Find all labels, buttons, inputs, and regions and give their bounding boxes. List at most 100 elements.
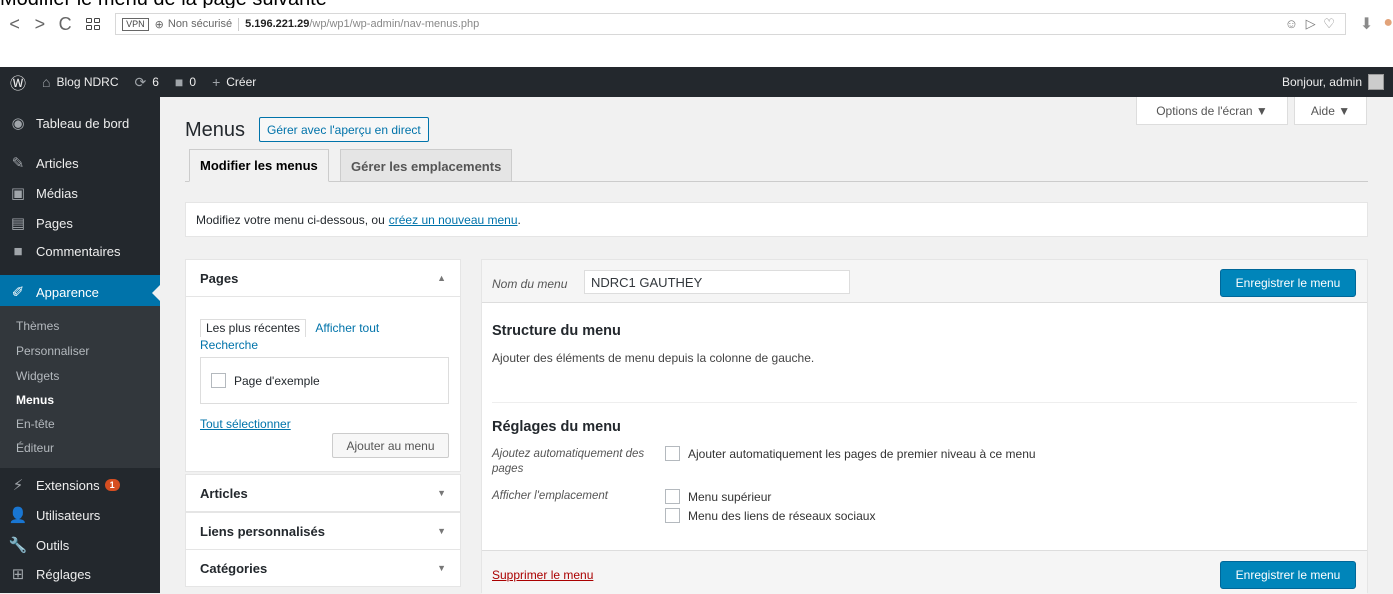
categories-section-header[interactable]: Catégories ▼ [185, 549, 461, 587]
submenu-customize[interactable]: Personnaliser [16, 344, 89, 358]
sidebar-item-comments[interactable]: ■ Commentaires [0, 234, 160, 268]
auto-add-option[interactable]: Ajouter automatiquement les pages de pre… [665, 446, 1036, 461]
section-title: Catégories [200, 560, 268, 576]
home-icon: ⌂ [42, 74, 51, 90]
pin-icon: ✎ [11, 155, 25, 172]
url-path: /wp/wp1/wp-admin/nav-menus.php [309, 18, 480, 30]
sidebar-item-label: Articles [36, 155, 79, 171]
submenu-menus[interactable]: Menus [16, 393, 54, 407]
sidebar-item-plugins[interactable]: ⚡ Extensions 1 [0, 468, 160, 502]
select-all-link[interactable]: Tout sélectionner [200, 417, 291, 431]
add-to-menu-button[interactable]: Ajouter au menu [332, 433, 449, 458]
help-button[interactable]: Aide ▼ [1294, 97, 1367, 125]
my-account-link[interactable]: Bonjour, admin [1282, 74, 1384, 90]
expand-arrow-icon: ▼ [437, 526, 446, 536]
screen-options-button[interactable]: Options de l'écran ▼ [1136, 97, 1288, 125]
wordpress-logo-icon[interactable]: Ⓦ [10, 70, 26, 94]
posts-section-header[interactable]: Articles ▼ [185, 474, 461, 512]
address-bar[interactable]: VPN ⊕ Non sécurisé 5.196.221.29/wp/wp1/w… [115, 13, 1346, 35]
create-menu-link[interactable]: créez un nouveau menu [389, 213, 518, 227]
location-option-top[interactable]: Menu supérieur [665, 489, 771, 504]
comment-icon: ■ [174, 74, 184, 90]
url-separator [238, 17, 240, 31]
tab-view-all[interactable]: Afficher tout [315, 321, 379, 335]
location-option-social[interactable]: Menu des liens de réseaux sociaux [665, 508, 875, 523]
address-bar-tools[interactable]: ☺ ▷ ♡ [1285, 16, 1337, 32]
sidebar-item-media[interactable]: ▣ Médias [0, 176, 160, 210]
sidebar-item-label: Pages [36, 215, 73, 231]
extension-icon[interactable]: ● [1383, 14, 1393, 34]
pages-tabs: Les plus récentes Afficher tout Recherch… [200, 319, 379, 354]
page-title: Menus [185, 119, 246, 141]
location-top-checkbox[interactable] [665, 489, 680, 504]
vpn-badge[interactable]: VPN [122, 17, 149, 31]
display-location-label: Afficher l'emplacement [492, 490, 608, 502]
browser-spacer [0, 40, 1393, 67]
auto-add-label: Ajoutez automatiquement des pages [492, 448, 645, 475]
sidebar-item-label: Médias [36, 185, 78, 201]
new-content-link[interactable]: + Créer [212, 74, 256, 90]
forward-icon[interactable]: > [29, 14, 50, 35]
menu-editor-header: Nom du menu Enregistrer le menu [482, 260, 1367, 303]
sidebar-item-users[interactable]: 👤 Utilisateurs [0, 498, 160, 532]
comments-link[interactable]: ■ 0 [175, 74, 196, 90]
page-checkbox[interactable] [211, 373, 226, 388]
auto-add-checkbox[interactable] [665, 446, 680, 461]
menu-name-label: Nom du menu [492, 277, 568, 291]
page-item-label: Page d'exemple [234, 373, 320, 388]
sidebar-item-settings[interactable]: ⊞ Réglages [0, 557, 160, 591]
sidebar-item-label: Apparence [36, 284, 99, 300]
location-social-checkbox[interactable] [665, 508, 680, 523]
tab-manage-locations[interactable]: Gérer les emplacements [340, 149, 513, 182]
menu-editor-panel: Nom du menu Enregistrer le menu Structur… [481, 259, 1368, 594]
tab-most-recent[interactable]: Les plus récentes [200, 319, 307, 337]
tabs-divider [185, 181, 1368, 182]
plugin-icon: ⚡ [12, 477, 24, 494]
browser-toolbar: < > C VPN ⊕ Non sécurisé 5.196.221.29/wp… [0, 8, 1393, 40]
sidebar-item-posts[interactable]: ✎ Articles [0, 146, 160, 180]
reload-icon[interactable]: C [54, 14, 75, 35]
submenu-header[interactable]: En-tête [16, 417, 55, 431]
custom-links-section-header[interactable]: Liens personnalisés ▼ [185, 512, 461, 550]
comments-count: 0 [189, 75, 197, 89]
avatar [1368, 74, 1384, 90]
media-icon: ▣ [10, 185, 26, 202]
page-icon: ▤ [10, 215, 26, 232]
save-menu-button[interactable]: Enregistrer le menu [1220, 561, 1356, 589]
sidebar-item-dashboard[interactable]: ◉ Tableau de bord [0, 106, 160, 140]
delete-menu-link[interactable]: Supprimer le menu [492, 568, 593, 582]
menu-structure-title: Structure du menu [492, 323, 621, 339]
pages-section-body: Les plus récentes Afficher tout Recherch… [185, 297, 461, 472]
top-caption-strip: Modifier le menu de la page suivante [0, 0, 1393, 8]
section-title: Articles [200, 485, 248, 501]
save-menu-button[interactable]: Enregistrer le menu [1220, 269, 1356, 297]
submenu-editor[interactable]: Éditeur [16, 441, 54, 455]
add-items-column: Pages ▲ Les plus récentes Afficher tout R… [185, 259, 461, 587]
auto-add-option-label: Ajouter automatiquement les pages de pre… [688, 446, 1036, 461]
sidebar-item-label: Outils [36, 537, 70, 553]
back-icon[interactable]: < [4, 14, 25, 35]
submenu-widgets[interactable]: Widgets [16, 369, 59, 383]
collapse-arrow-icon: ▲ [437, 273, 446, 283]
menu-notice: Modifiez votre menu ci-dessous, ou créez … [185, 202, 1368, 237]
section-title: Pages [200, 270, 239, 286]
sidebar-item-label: Réglages [36, 566, 91, 582]
live-preview-button[interactable]: Gérer avec l'aperçu en direct [259, 117, 429, 142]
sidebar-item-appearance[interactable]: ✐ Apparence [0, 275, 160, 309]
speed-dial-icon[interactable] [84, 16, 103, 32]
brush-icon: ✐ [11, 284, 25, 301]
tab-search[interactable]: Recherche [200, 338, 258, 352]
updates-link[interactable]: ⟳ 6 [135, 74, 159, 91]
tab-edit-menus[interactable]: Modifier les menus [189, 149, 329, 182]
updates-icon: ⟳ [134, 73, 147, 90]
wrench-icon: 🔧 [8, 537, 28, 554]
menu-name-input[interactable] [584, 270, 850, 294]
menu-structure-description: Ajouter des éléments de menu depuis la c… [492, 351, 815, 365]
site-name-link[interactable]: ⌂ Blog NDRC [42, 74, 118, 90]
submenu-themes[interactable]: Thèmes [16, 319, 59, 333]
wp-admin-bar: Ⓦ ⌂ Blog NDRC ⟳ 6 ■ 0 + Créer Bonjour, admin [0, 67, 1393, 97]
pages-section-header[interactable]: Pages ▲ [185, 259, 461, 297]
settings-icon: ⊞ [11, 566, 25, 583]
download-icon[interactable]: ⬇ [1360, 14, 1373, 34]
plus-icon: + [212, 74, 221, 90]
